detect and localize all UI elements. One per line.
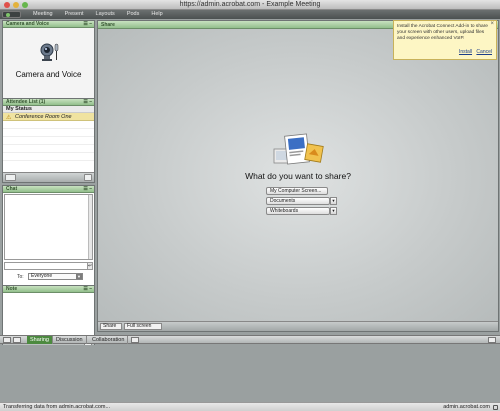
share-documents-dropdown[interactable]: Documents ▼ xyxy=(266,197,337,205)
attendee-empty-row xyxy=(3,145,94,153)
tab-sharing[interactable]: Sharing xyxy=(27,336,53,344)
attendee-list-pod-header[interactable]: Attendee List (1) ☰ – xyxy=(3,99,94,106)
attendee-list-pod: Attendee List (1) ☰ – My Status ⚠ Confer… xyxy=(2,98,95,183)
full-screen-button[interactable]: Full screen xyxy=(124,323,162,330)
my-status-section[interactable]: My Status xyxy=(3,106,94,113)
webcam-icon xyxy=(40,43,59,61)
chevron-down-icon[interactable]: ▼ xyxy=(76,274,82,279)
camera-voice-pod-header[interactable]: Camera and Voice ☰ – xyxy=(3,21,94,28)
chat-to-label: To: xyxy=(17,274,24,280)
menu-help[interactable]: Help xyxy=(145,10,168,19)
layout-bar-right-button[interactable] xyxy=(488,337,496,343)
attendee-empty-row xyxy=(3,129,94,137)
empty-workspace xyxy=(0,345,500,402)
attendee-list-pod-title: Attendee List (1) xyxy=(6,99,46,105)
window-titlebar: https://admin.acrobat.com - Example Meet… xyxy=(0,0,500,10)
full-screen-label: Full screen xyxy=(127,323,152,329)
chat-input[interactable] xyxy=(4,262,88,270)
warning-icon: ⚠ xyxy=(6,115,12,121)
cancel-link[interactable]: Cancel xyxy=(476,49,492,55)
chat-recipient-select[interactable]: Everyone ▼ xyxy=(28,273,83,280)
tab-discussion[interactable]: Discussion xyxy=(53,336,87,344)
attendee-list-footer xyxy=(3,172,94,182)
pod-options-icon[interactable]: ☰ – xyxy=(83,286,92,293)
attendee-empty-row xyxy=(3,153,94,161)
connect-logo-icon[interactable] xyxy=(2,11,21,18)
camera-voice-body: Camera and Voice xyxy=(3,28,94,106)
share-pod: Share What do you want to share? My Comp… xyxy=(97,20,499,332)
camera-voice-pod-title: Camera and Voice xyxy=(6,21,49,27)
chevron-down-icon[interactable]: ▼ xyxy=(330,197,337,205)
close-window-icon[interactable] xyxy=(4,2,10,8)
menu-present[interactable]: Present xyxy=(59,10,90,19)
chevron-down-icon[interactable]: ▼ xyxy=(330,207,337,215)
pod-options-icon[interactable]: ☰ – xyxy=(83,99,92,106)
share-question: What do you want to share? xyxy=(245,171,351,181)
attendee-options-button[interactable] xyxy=(5,174,16,181)
lock-icon xyxy=(493,405,498,410)
addin-notice-text: Install the Acrobat Connect Add-in to sh… xyxy=(397,24,488,41)
share-my-computer-screen-button[interactable]: My Computer Screen... xyxy=(266,187,328,195)
share-whiteboards-dropdown[interactable]: Whiteboards ▼ xyxy=(266,207,337,215)
browser-status-bar: Transferring data from admin.acrobat.com… xyxy=(0,402,500,411)
menu-meeting[interactable]: Meeting xyxy=(27,10,59,19)
chat-scrollbar[interactable] xyxy=(88,195,92,259)
chat-pod: Chat ☰ – ↵ To: Everyone ▼ xyxy=(2,185,95,299)
camera-voice-label: Camera and Voice xyxy=(15,70,82,79)
chat-pod-header[interactable]: Chat ☰ – xyxy=(3,186,94,193)
status-domain: admin.acrobat.com xyxy=(443,404,490,410)
menu-pods[interactable]: Pods xyxy=(121,10,146,19)
share-menu-button[interactable]: Share xyxy=(100,323,122,330)
window-controls[interactable] xyxy=(4,2,28,8)
search-icon[interactable] xyxy=(84,174,92,181)
chat-message-area[interactable] xyxy=(4,194,93,260)
note-pod-header[interactable]: Note ☰ – xyxy=(3,286,94,293)
pod-options-icon[interactable]: ☰ – xyxy=(83,21,92,28)
share-menu-label: Share xyxy=(103,323,117,329)
add-layout-icon[interactable] xyxy=(131,337,139,343)
meeting-menubar: Meeting Present Layouts Pods Help xyxy=(0,10,500,19)
attendee-name: Conference Room One xyxy=(15,114,72,120)
share-whiteboards-label: Whiteboards xyxy=(270,208,299,214)
chat-recipient-value: Everyone xyxy=(31,273,53,279)
layout-bar-button[interactable] xyxy=(3,337,11,343)
attendee-empty-row xyxy=(3,137,94,145)
tab-discussion-label: Discussion xyxy=(56,337,83,343)
window-title: https://admin.acrobat.com - Example Meet… xyxy=(179,1,321,8)
pod-options-icon[interactable]: ☰ – xyxy=(83,186,92,193)
tab-collaboration-label: Collaboration xyxy=(92,337,125,343)
share-illustration-icon xyxy=(273,133,324,165)
chat-pod-title: Chat xyxy=(6,186,18,192)
status-text: Transferring data from admin.acrobat.com… xyxy=(3,404,111,410)
share-pod-title: Share xyxy=(101,22,115,28)
send-message-icon[interactable]: ↵ xyxy=(87,262,93,270)
share-footer: Share Full screen xyxy=(98,321,498,331)
zoom-window-icon[interactable] xyxy=(22,2,28,8)
install-link[interactable]: Install xyxy=(459,49,472,55)
menu-layouts[interactable]: Layouts xyxy=(90,10,121,19)
attendee-empty-row xyxy=(3,121,94,129)
layout-bar-button[interactable] xyxy=(13,337,21,343)
close-icon[interactable]: × xyxy=(490,21,494,28)
note-pod-title: Note xyxy=(6,286,18,292)
share-documents-label: Documents xyxy=(270,198,296,204)
addin-install-notice: × Install the Acrobat Connect Add-in to … xyxy=(393,20,497,60)
layout-bar: Sharing Discussion Collaboration xyxy=(0,335,500,344)
attendee-row[interactable]: ⚠ Conference Room One xyxy=(3,113,94,121)
tab-collaboration[interactable]: Collaboration xyxy=(89,336,129,344)
minimize-window-icon[interactable] xyxy=(13,2,19,8)
tab-sharing-label: Sharing xyxy=(30,337,49,343)
